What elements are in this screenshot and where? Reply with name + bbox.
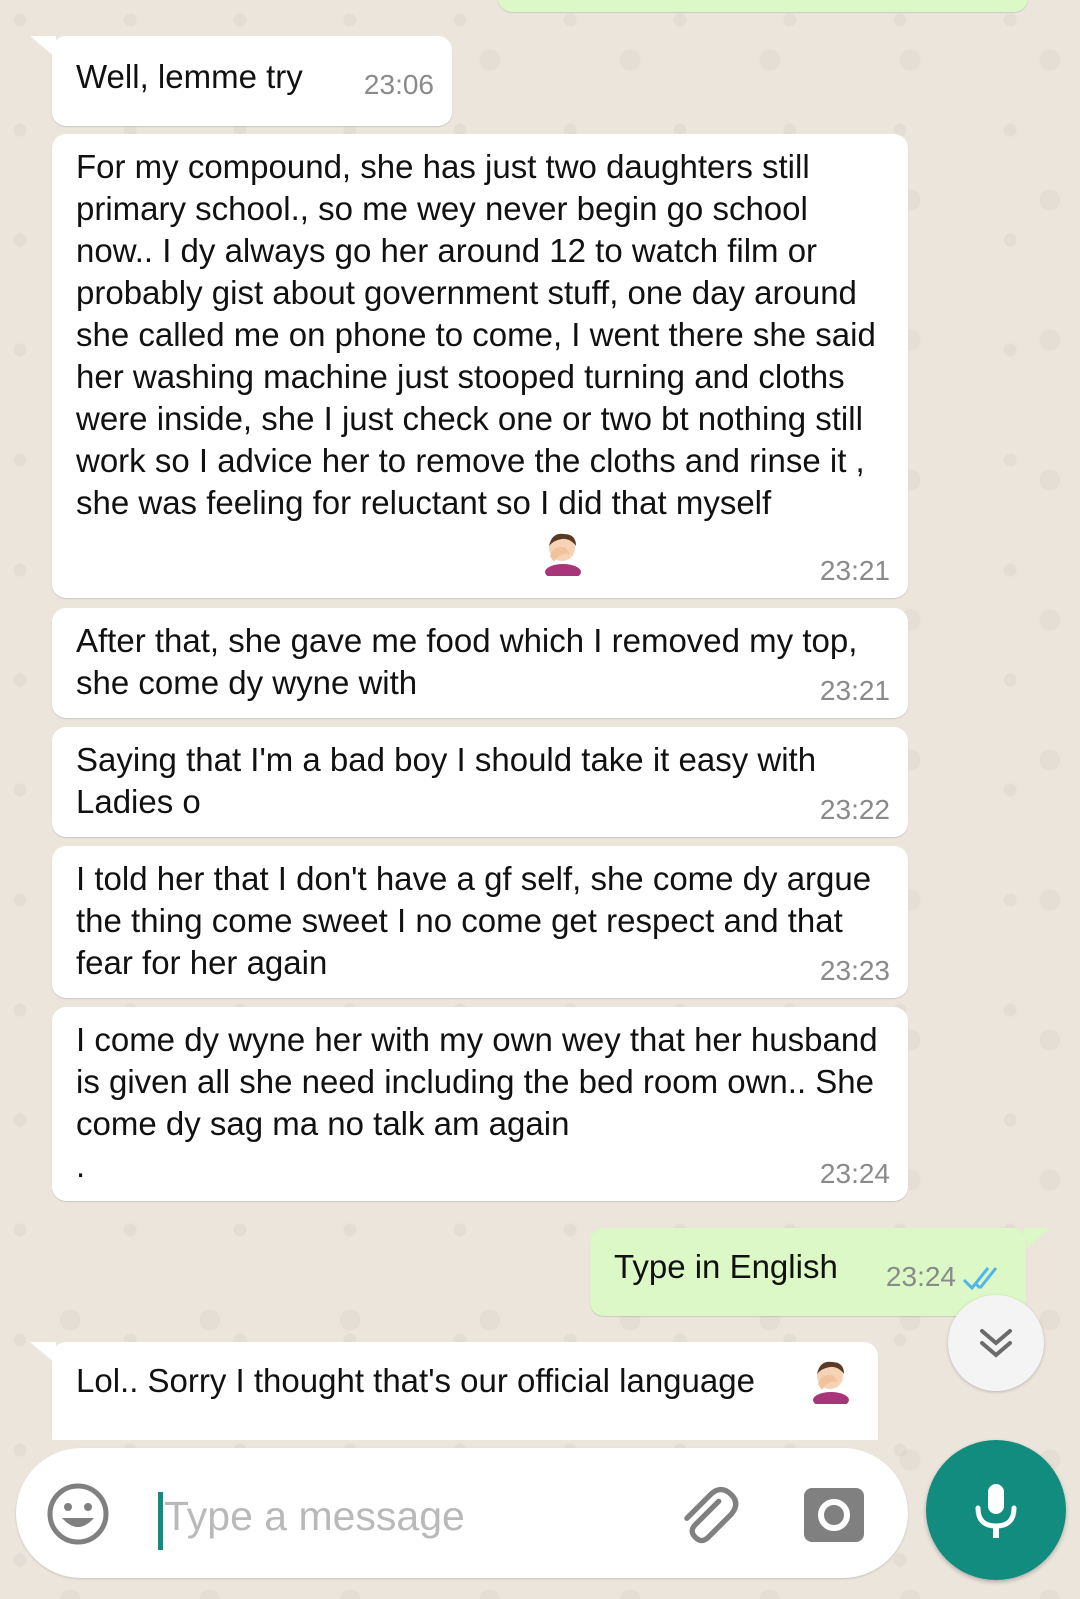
composer-bar: Type a message: [0, 1440, 1080, 1599]
message-input[interactable]: Type a message: [16, 1448, 908, 1578]
message-time: 23:24: [819, 1158, 890, 1189]
message-time: 23:06: [363, 69, 434, 100]
message-text: Well, lemme try: [76, 58, 303, 95]
read-receipt-icon: [962, 1267, 998, 1291]
message-bubble-incoming[interactable]: Saying that I'm a bad boy I should take …: [52, 727, 908, 837]
message-text: For my compound, she has just two daught…: [76, 148, 895, 521]
message-list[interactable]: Well, lemme try 23:06 For my compound, s…: [0, 0, 1080, 1440]
message-time: 23:21: [819, 675, 890, 706]
message-time: 23:23: [819, 955, 890, 986]
message-bubble-incoming[interactable]: Well, lemme try 23:06: [52, 36, 452, 126]
message-text: Type in English: [614, 1248, 838, 1285]
mic-button[interactable]: [926, 1440, 1066, 1580]
message-text: I come dy wyne her with my own wey that …: [76, 1021, 878, 1184]
mic-icon: [975, 1484, 1017, 1538]
message-input-placeholder: Type a message: [164, 1493, 465, 1539]
bubble-tail: [1024, 1228, 1050, 1250]
message-time: 23:22: [819, 794, 890, 825]
message-bubble-incoming[interactable]: I told her that I don't have a gf self, …: [52, 846, 908, 998]
emoji-icon[interactable]: [46, 1482, 110, 1546]
message-time: 23:24: [885, 1261, 956, 1292]
face-palm-emoji-icon: [545, 533, 581, 576]
message-time: 23:21: [819, 555, 890, 586]
message-text: Lol.. Sorry I thought that's our officia…: [76, 1362, 755, 1399]
message-bubble-outgoing[interactable]: Type in English 23:24: [590, 1228, 1026, 1316]
message-bubble-incoming[interactable]: Lol.. Sorry I thought that's our officia…: [52, 1342, 878, 1440]
face-palm-emoji-icon: [813, 1361, 849, 1404]
scroll-to-bottom-button[interactable]: [948, 1295, 1044, 1391]
text-cursor: [158, 1492, 163, 1550]
message-text: Saying that I'm a bad boy I should take …: [76, 741, 826, 820]
partial-outgoing-bubble: [498, 0, 1028, 12]
message-text: I told her that I don't have a gf self, …: [76, 860, 881, 981]
message-text: After that, she gave me food which I rem…: [76, 622, 867, 701]
double-chevron-down-icon: [980, 1329, 1012, 1358]
message-bubble-incoming[interactable]: For my compound, she has just two daught…: [52, 134, 908, 598]
attach-icon[interactable]: [672, 1480, 740, 1548]
message-bubble-incoming[interactable]: I come dy wyne her with my own wey that …: [52, 1007, 908, 1201]
camera-icon[interactable]: [802, 1482, 866, 1546]
message-bubble-incoming[interactable]: After that, she gave me food which I rem…: [52, 608, 908, 718]
